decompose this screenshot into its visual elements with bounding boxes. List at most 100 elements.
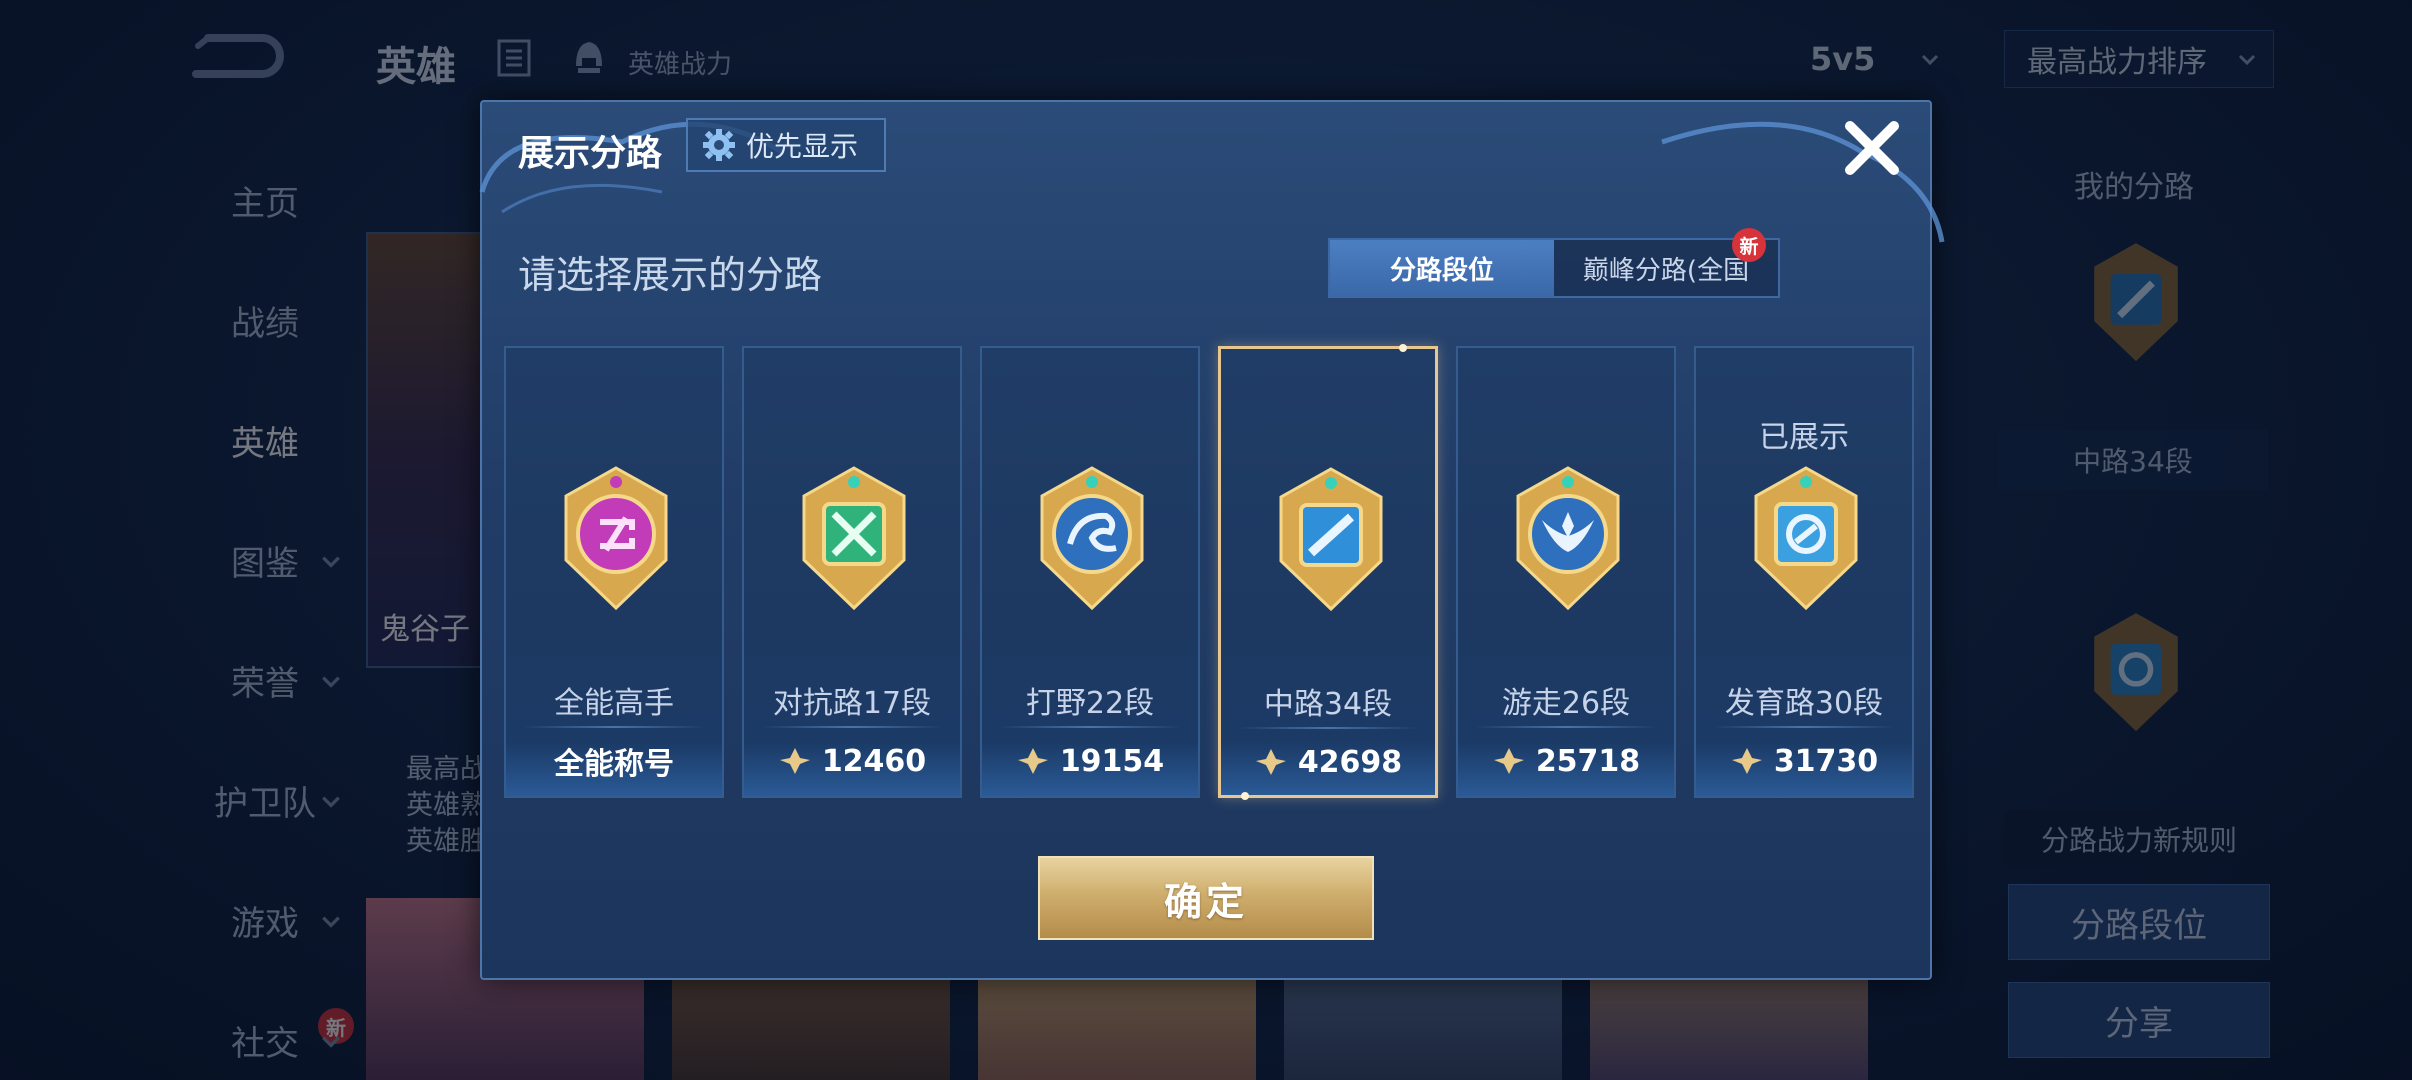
lane-card-jungle[interactable]: 打野22段 19154 xyxy=(980,346,1200,798)
back-button[interactable] xyxy=(188,30,284,82)
sidebar-item-social[interactable]: 社交 新 xyxy=(150,980,380,1080)
page-title: 英雄 xyxy=(376,44,456,90)
chevron-down-icon xyxy=(322,556,340,568)
lane-rank-button[interactable]: 分路段位 xyxy=(2008,884,2270,960)
sidebar-item-guard[interactable]: 护卫队 xyxy=(150,740,380,860)
sidebar-item-label: 社交 xyxy=(231,1023,299,1064)
chevron-down-icon xyxy=(322,916,340,928)
sort-select[interactable]: 最高战力排序 xyxy=(2004,30,2274,88)
power-icon xyxy=(1493,748,1524,774)
corner-dot xyxy=(1241,792,1249,800)
lane-display-dialog: 展示分路 优先显示 请选择展示的分路 分路段位 巅峰分路(全国 新 全能高手 全… xyxy=(479,100,1945,980)
sort-select-value: 最高战力排序 xyxy=(2027,45,2207,80)
divider xyxy=(998,726,1182,728)
lane-power-value: 19154 xyxy=(1059,743,1165,779)
lane-tab-group: 分路段位 巅峰分路(全国 新 xyxy=(1328,228,1780,298)
sidebar: 主页 战绩 英雄 图鉴 荣誉 护卫队 游戏 社交 新 xyxy=(150,140,380,1080)
tab-peak-lane[interactable]: 巅峰分路(全国 新 xyxy=(1554,228,1778,296)
lane-power-row: 42698 xyxy=(1221,737,1435,787)
chevron-down-icon xyxy=(322,796,340,808)
divider xyxy=(1474,726,1658,728)
mode-select[interactable]: 5v5 xyxy=(1790,30,1960,88)
sidebar-item-label: 图鉴 xyxy=(231,543,299,584)
dialog-title: 展示分路 xyxy=(518,133,663,174)
tab-label: 巅峰分路(全国 xyxy=(1582,255,1750,286)
new-badge: 新 xyxy=(1732,228,1766,262)
lane-card-clash[interactable]: 对抗路17段 12460 xyxy=(742,346,962,798)
power-icon xyxy=(1017,748,1048,774)
sidebar-item-label: 主页 xyxy=(231,183,299,224)
divider xyxy=(1237,727,1419,729)
lane-power-row: 12460 xyxy=(744,736,960,786)
lane-name: 对抗路17段 xyxy=(772,686,932,721)
chevron-down-icon xyxy=(322,676,340,688)
sidebar-item-label: 护卫队 xyxy=(214,783,316,824)
chevron-down-icon xyxy=(1921,54,1939,66)
lane-name: 游走26段 xyxy=(1501,686,1631,721)
jungle-emblem-icon xyxy=(1026,462,1158,614)
lane-card-roam[interactable]: 游走26段 25718 xyxy=(1456,346,1676,798)
hero-stats: 最高战 英雄熟 英雄胜 xyxy=(406,752,487,860)
lane-title-row: 全能称号 xyxy=(506,736,722,786)
divider xyxy=(1712,726,1896,728)
power-icon xyxy=(1255,749,1286,775)
chevron-down-icon xyxy=(322,1036,340,1048)
sidebar-item-hero[interactable]: 英雄 xyxy=(150,380,380,500)
lane-title: 全能称号 xyxy=(554,747,674,782)
sidebar-item-game[interactable]: 游戏 xyxy=(150,860,380,980)
lane-power-value: 25718 xyxy=(1535,743,1641,779)
sidebar-item-label: 英雄 xyxy=(231,423,299,464)
sidebar-item-codex[interactable]: 图鉴 xyxy=(150,500,380,620)
tab-lane-rank[interactable]: 分路段位 xyxy=(1330,240,1554,296)
list-icon[interactable] xyxy=(496,38,532,78)
lane-name: 打野22段 xyxy=(1025,686,1155,721)
lane-card-list: 全能高手 全能称号 对抗路17段 12460 打野22段 19154 中路34段… xyxy=(504,344,1914,800)
close-button[interactable] xyxy=(1838,114,1906,182)
lane-card-farm[interactable]: 已展示 发育路30段 31730 xyxy=(1694,346,1914,798)
hero-name: 鬼谷子 xyxy=(380,612,470,647)
roam-emblem-icon xyxy=(1502,462,1634,614)
lane-power-value: 12460 xyxy=(821,743,927,779)
lane-power-rules-button[interactable]: 分路战力新规则 xyxy=(2004,810,2274,868)
lane-power-row: 25718 xyxy=(1458,736,1674,786)
lane-power-value: 42698 xyxy=(1297,744,1403,780)
hero-stat-line: 英雄胜 xyxy=(406,826,487,857)
hero-power-label[interactable]: 英雄战力 xyxy=(628,44,732,81)
confirm-button[interactable]: 确定 xyxy=(1038,856,1374,940)
my-lane-title: 我的分路 xyxy=(2074,170,2194,205)
farm-lane-emblem-icon xyxy=(1740,462,1872,614)
lane-card-mid[interactable]: 中路34段 42698 xyxy=(1218,344,1438,800)
sidebar-item-home[interactable]: 主页 xyxy=(150,140,380,260)
lane-card-allround[interactable]: 全能高手 全能称号 xyxy=(504,346,724,798)
lane-name: 全能高手 xyxy=(554,686,674,721)
my-lane-label: 中路34段 xyxy=(1998,430,2268,490)
hero-stat-line: 英雄熟 xyxy=(406,790,487,821)
lane-power-row: 31730 xyxy=(1696,736,1912,786)
lane-name: 发育路30段 xyxy=(1724,686,1884,721)
lane-power-value: 31730 xyxy=(1773,743,1879,779)
priority-display-button[interactable]: 优先显示 xyxy=(686,118,886,172)
sidebar-item-honor[interactable]: 荣誉 xyxy=(150,620,380,740)
hero-portrait[interactable] xyxy=(366,232,482,668)
lane-name: 中路34段 xyxy=(1263,687,1393,722)
corner-dot xyxy=(1399,344,1407,352)
mode-select-value: 5v5 xyxy=(1810,40,1876,78)
dialog-subtitle: 请选择展示的分路 xyxy=(518,253,823,297)
shown-label: 已展示 xyxy=(1759,420,1849,455)
mid-lane-emblem-icon xyxy=(2076,234,2196,372)
close-icon xyxy=(1845,121,1899,175)
power-icon xyxy=(779,748,810,774)
sidebar-item-label: 游戏 xyxy=(231,903,299,944)
share-button[interactable]: 分享 xyxy=(2008,982,2270,1058)
divider xyxy=(760,726,944,728)
sidebar-item-record[interactable]: 战绩 xyxy=(150,260,380,380)
divider xyxy=(522,726,706,728)
helmet-icon xyxy=(568,36,610,78)
sidebar-item-label: 荣誉 xyxy=(231,663,299,704)
priority-display-label: 优先显示 xyxy=(746,130,859,163)
chevron-down-icon xyxy=(2238,54,2256,66)
allround-emblem-icon xyxy=(550,462,682,614)
farm-lane-emblem-icon xyxy=(2076,604,2196,742)
gear-icon xyxy=(703,129,735,161)
power-icon xyxy=(1731,748,1762,774)
